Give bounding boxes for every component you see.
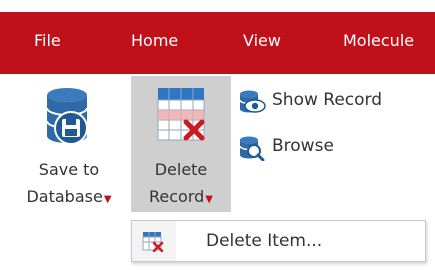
menu-item-delete-item[interactable]: Delete Item... [206,231,322,251]
delete-record-dropdown-menu: Delete Item... [131,220,426,262]
show-record-label: Show Record [272,90,383,110]
ribbon-panel: Save to Database▼ Delete Record▼ Show Re… [0,74,435,238]
save-to-database-button[interactable]: Save to Database▼ [18,76,120,212]
dropdown-caret-icon: ▼ [103,194,112,205]
item-delete-icon [142,230,164,256]
database-search-icon [238,135,266,166]
save-button-label-line1: Save to [38,160,100,179]
tab-home[interactable]: Home [131,31,178,50]
ribbon-tab-bar: File Home View Molecule [0,12,435,74]
browse-label: Browse [272,136,334,156]
dropdown-caret-icon: ▼ [205,194,213,205]
save-button-label-line2: Database▼ [26,187,112,206]
delete-record-button[interactable]: Delete Record▼ [131,76,231,212]
database-save-icon [41,84,97,154]
tab-file[interactable]: File [34,31,61,50]
delete-button-label-line1: Delete [154,160,208,179]
tab-molecule[interactable]: Molecule [343,31,414,50]
tab-view[interactable]: View [243,31,281,50]
table-delete-icon [156,84,206,148]
database-eye-icon [238,89,266,120]
delete-button-label-line2: Record▼ [149,187,213,206]
